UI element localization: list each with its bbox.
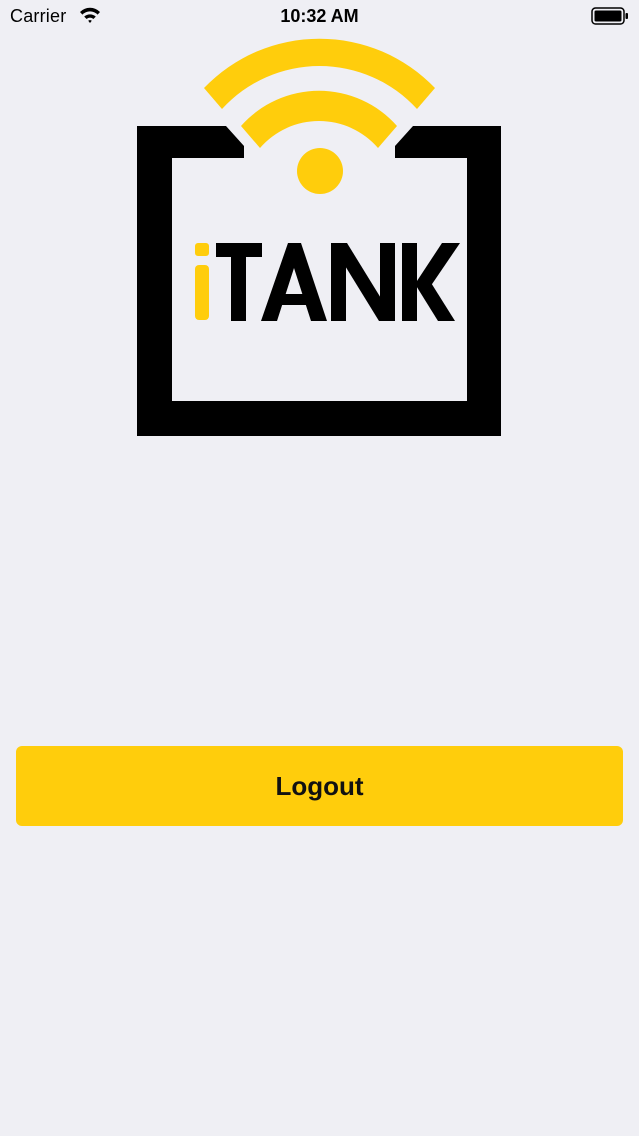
logo-wifi-dot [297,148,343,194]
battery-icon [591,7,628,25]
status-bar: Carrier 10:32 AM [0,0,639,34]
logout-button[interactable]: Logout [16,746,623,826]
logo-i-dot [195,243,209,256]
status-time: 10:32 AM [280,6,359,26]
itank-logo [137,38,501,436]
logo-i-stem [195,265,209,320]
logo-wifi-arc-inner [241,90,397,148]
